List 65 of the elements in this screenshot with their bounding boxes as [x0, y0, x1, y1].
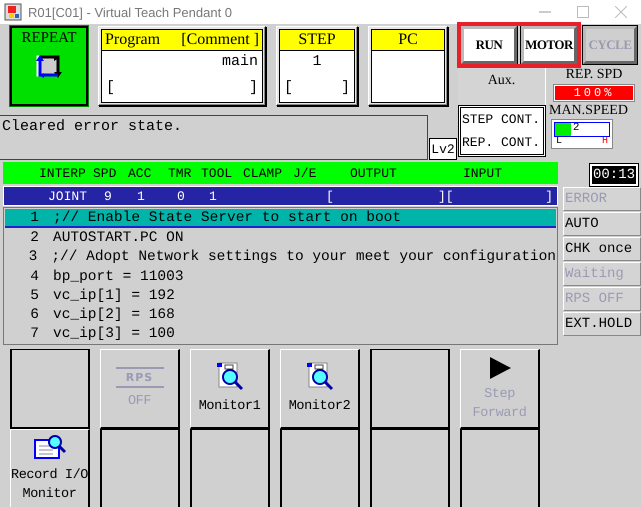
bracket: ]: [248, 79, 258, 96]
program-line[interactable]: 6 vc_ip[2] = 168: [5, 305, 556, 325]
status-value: ]: [545, 188, 553, 204]
status-value: ][: [438, 188, 454, 204]
soft-key[interactable]: [10, 349, 90, 429]
status-column-label: INTERP: [39, 166, 87, 180]
timer: 00:13: [590, 164, 638, 186]
step-cont-label: STEP CONT.: [462, 112, 542, 127]
soft-key[interactable]: [460, 429, 540, 507]
bracket: ]: [340, 79, 350, 96]
document-magnifier-icon: [32, 434, 66, 462]
status-column-label: TOOL: [201, 166, 234, 180]
pc-label: PC: [398, 31, 418, 49]
window-title: R01[C01] - Virtual Teach Pendant 0: [28, 4, 232, 20]
soft-key[interactable]: [100, 429, 180, 507]
manual-speed-label: MAN.SPEED: [549, 103, 628, 119]
status-column-label: SPD: [93, 166, 118, 180]
status-column-label: OUTPUT: [350, 166, 398, 180]
mode-label: REPEAT: [21, 30, 76, 47]
rep-cont-label: REP. CONT.: [462, 135, 542, 150]
soft-key[interactable]: Monitor2: [280, 349, 360, 429]
status-column-label: CLAMP: [243, 166, 284, 180]
status-value: 0: [177, 188, 185, 204]
program-line[interactable]: 2 AUTOSTART.PC ON: [5, 228, 556, 248]
access-level: Lv2: [429, 138, 457, 160]
status-value: 9: [104, 188, 112, 204]
status-indicator: RPS OFF: [563, 287, 641, 311]
status-column-label: TMR: [168, 166, 192, 180]
program-name: main: [220, 53, 258, 72]
status-column-label: ACC: [128, 166, 152, 180]
speed-value: 2: [572, 122, 580, 134]
program-label: Program: [105, 31, 160, 49]
status-value: JOINT: [48, 188, 88, 204]
status-indicator: CHK once: [563, 237, 641, 261]
soft-key[interactable]: [370, 349, 450, 429]
bracket: [: [284, 79, 294, 96]
comment-label: [Comment ]: [181, 31, 259, 49]
step-value: 1: [311, 53, 322, 72]
status-value: [: [326, 188, 334, 204]
status-indicator: Waiting: [563, 262, 641, 286]
soft-key[interactable]: Monitor1: [190, 349, 270, 429]
bracket: [: [106, 79, 116, 96]
status-indicator: ERROR: [563, 187, 641, 211]
status-indicator: AUTO: [563, 212, 641, 236]
status-column-label: J/E: [293, 166, 318, 180]
step-label: STEP: [298, 31, 336, 49]
status-value: 1: [137, 188, 145, 204]
switch-button[interactable]: RUN: [461, 26, 517, 64]
soft-key[interactable]: [370, 429, 450, 507]
aux-label: Aux.: [458, 67, 546, 105]
program-line[interactable]: 3 ;// Adopt Network settings to your meet your configuration: [5, 248, 556, 267]
program-line[interactable]: 4 bp_port = 11003: [5, 266, 556, 286]
switch-button[interactable]: MOTOR: [521, 26, 577, 64]
program-line[interactable]: 7 vc_ip[3] = 100: [5, 324, 556, 344]
program-line[interactable]: 5 vc_ip[1] = 192: [5, 286, 556, 306]
soft-key[interactable]: Record I/O Monitor: [10, 429, 90, 507]
rep-speed-label: REP. SPD: [566, 67, 622, 84]
rep-speed-value: 100%: [554, 85, 634, 101]
soft-key[interactable]: [190, 429, 270, 507]
soft-key[interactable]: [280, 429, 360, 507]
status-value: 1: [209, 188, 217, 204]
app-icon: [4, 3, 22, 21]
message-text: Cleared error state.: [0, 115, 428, 160]
status-column-label: INPUT: [463, 166, 504, 180]
status-indicator: EXT.HOLD: [563, 312, 641, 336]
